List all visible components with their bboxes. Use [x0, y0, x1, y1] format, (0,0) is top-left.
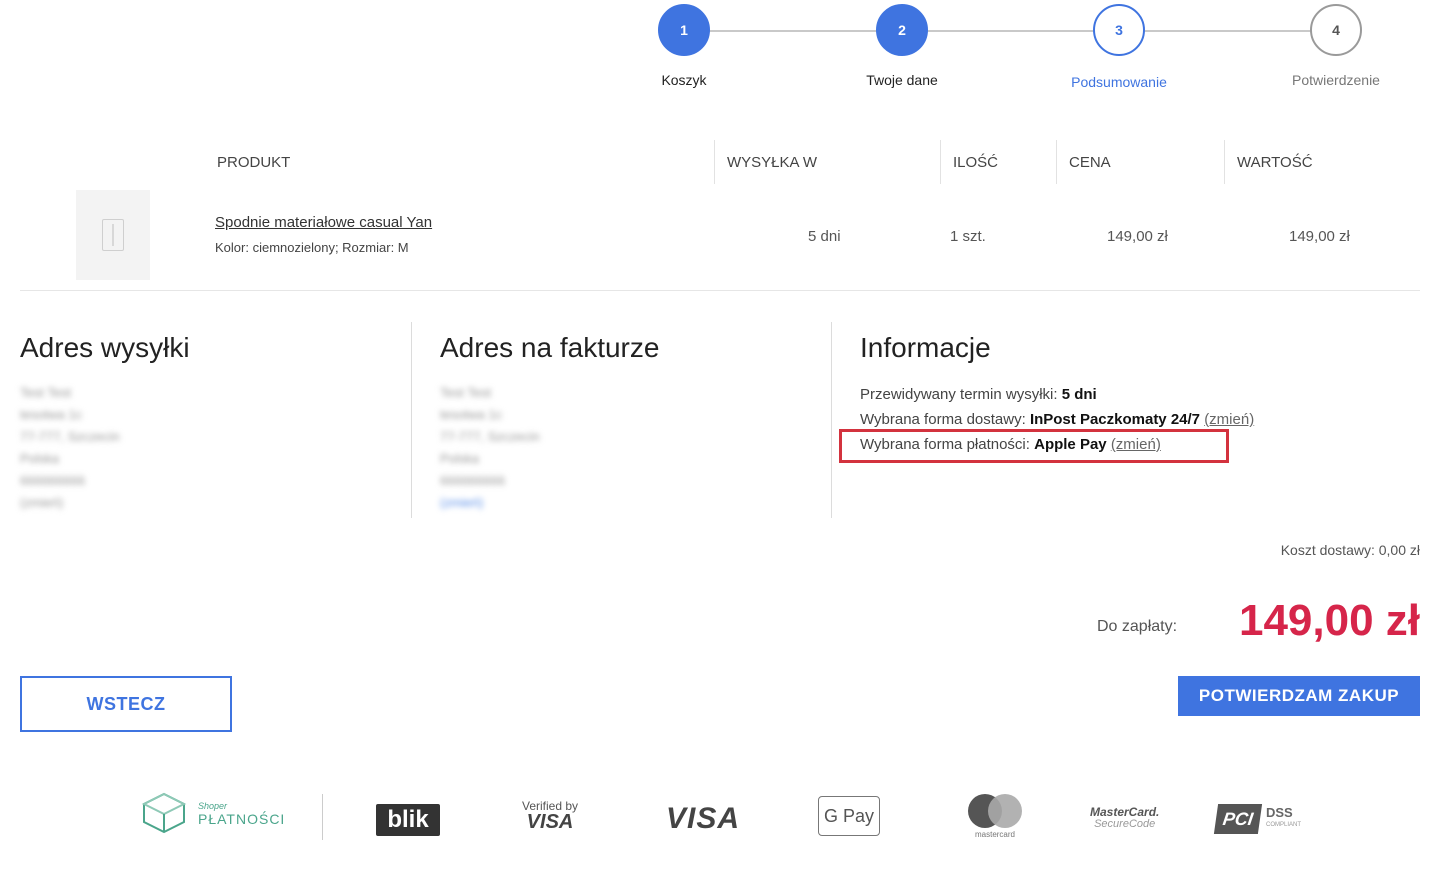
- pci-text: PCI: [1213, 804, 1263, 834]
- confirm-purchase-button[interactable]: POTWIERDZAM ZAKUP: [1178, 676, 1420, 716]
- step-summary: 3 Podsumowanie: [1059, 4, 1179, 90]
- shipping-address-section: Adres wysyłki Test Test tesotwa 1c 77-77…: [20, 322, 400, 518]
- change-delivery-link[interactable]: (zmień): [1204, 411, 1254, 428]
- step-cart[interactable]: 1 Koszyk: [624, 4, 744, 88]
- column-separator: [411, 322, 412, 518]
- cell-price: 149,00 zł: [1107, 228, 1168, 245]
- dss-text-group: DSS COMPLIANT: [1266, 805, 1302, 831]
- step-number: 1: [658, 4, 710, 56]
- eta-label: Przewidywany termin wysyłki:: [860, 386, 1058, 403]
- step-number: 2: [876, 4, 928, 56]
- logo-separator: [322, 794, 323, 840]
- address-line: 666666666: [20, 473, 86, 488]
- address-line: tesotwa 1c: [440, 407, 503, 422]
- address-line: 77-777, Szczecin: [440, 429, 540, 444]
- shoper-payments-logo: Shoper PŁATNOŚCI: [140, 792, 285, 834]
- amount-due-value: 149,00 zł: [1238, 596, 1420, 645]
- pci-dss-logo: PCI DSS COMPLIANT: [1213, 804, 1302, 834]
- delivery-label: Wybrana forma dostawy:: [860, 411, 1026, 428]
- verified-by-visa-logo: Verified by VISA: [522, 798, 578, 833]
- visa-logo: VISA: [666, 802, 741, 835]
- amount-due-label: Do zapłaty:: [1097, 618, 1178, 635]
- shoper-cube-icon: [141, 792, 187, 834]
- address-line: Polska: [440, 451, 480, 466]
- shoper-text: Shoper PŁATNOŚCI: [198, 800, 285, 826]
- image-placeholder-icon: [102, 219, 124, 251]
- address-line: Polska: [20, 451, 60, 466]
- checkout-stepper: 1 Koszyk 2 Twoje dane 3 Podsumowanie 4 P…: [640, 4, 1400, 94]
- vbv-big-text: VISA: [526, 811, 574, 833]
- mcsc-big-text: MasterCard.: [1090, 805, 1160, 819]
- step-label: Twoje dane: [866, 72, 938, 88]
- mcsc-small-text: SecureCode: [1094, 818, 1156, 830]
- mastercard-securecode-logo: MasterCard. SecureCode: [1090, 806, 1159, 830]
- cell-quantity: 1 szt.: [950, 228, 986, 245]
- delivery-value: InPost Paczkomaty 24/7: [1029, 411, 1201, 428]
- product-table-header: PRODUKT WYSYŁKA W ILOŚĆ CENA WARTOŚĆ: [0, 140, 1440, 184]
- product-name-link[interactable]: Spodnie materiałowe casual Yan: [215, 214, 432, 231]
- step-label: Potwierdzenie: [1292, 72, 1380, 88]
- address-line: 77-777, Szczecin: [20, 429, 120, 444]
- step-your-data[interactable]: 2 Twoje dane: [842, 4, 962, 88]
- information-section: Informacje Przewidywany termin wysyłki: …: [860, 322, 1420, 518]
- header-value: WARTOŚĆ: [1224, 140, 1313, 184]
- dss-text: DSS: [1266, 805, 1293, 820]
- back-button[interactable]: WSTECZ: [20, 676, 232, 732]
- mastercard-circles-icon: [966, 794, 1024, 828]
- product-attributes: Kolor: ciemnozielony; Rozmiar: M: [215, 240, 409, 255]
- payment-logos: Shoper PŁATNOŚCI blik Verified by VISA V…: [0, 784, 1440, 854]
- dss-compliant-text: COMPLIANT: [1266, 822, 1302, 828]
- step-label: Podsumowanie: [1071, 74, 1167, 90]
- eta-value: 5 dni: [1061, 386, 1097, 403]
- google-pay-logo: G Pay: [818, 796, 880, 836]
- section-title: Adres wysyłki: [20, 332, 190, 363]
- divider: [20, 290, 1420, 291]
- cell-shipping: 5 dni: [808, 228, 841, 245]
- blik-logo: blik: [376, 804, 440, 836]
- shoper-payments: PŁATNOŚCI: [198, 811, 286, 827]
- address-change-text: (zmień): [20, 495, 64, 510]
- table-row: Spodnie materiałowe casual Yan Kolor: ci…: [0, 188, 1440, 288]
- step-confirmation: 4 Potwierdzenie: [1276, 4, 1396, 88]
- product-thumbnail[interactable]: [76, 190, 150, 280]
- stepper-line: [684, 30, 1316, 32]
- eta-line: Przewidywany termin wysyłki: 5 dni: [860, 382, 1420, 407]
- header-quantity: ILOŚĆ: [940, 140, 998, 184]
- billing-address-section: Adres na fakturze Test Test tesotwa 1c 7…: [440, 322, 820, 518]
- section-title: Informacje: [860, 332, 991, 363]
- step-number: 4: [1310, 4, 1362, 56]
- address-line: 666666666: [440, 473, 506, 488]
- address-line: Test Test: [20, 385, 72, 400]
- column-separator: [831, 322, 832, 518]
- step-label: Koszyk: [661, 72, 707, 88]
- mastercard-text: mastercard: [974, 830, 1015, 839]
- section-title: Adres na fakturze: [440, 332, 660, 363]
- header-price: CENA: [1056, 140, 1111, 184]
- mastercard-logo: mastercard: [966, 794, 1024, 839]
- shipping-cost: Koszt dostawy: 0,00 zł: [1280, 542, 1420, 558]
- billing-change-link[interactable]: (zmień): [440, 492, 820, 514]
- payment-highlight-box: [839, 429, 1229, 463]
- address-line: tesotwa 1c: [20, 407, 83, 422]
- header-product: PRODUKT: [217, 154, 291, 171]
- address-line: Test Test: [440, 385, 492, 400]
- header-shipping: WYSYŁKA W: [714, 140, 817, 184]
- step-number: 3: [1093, 4, 1145, 56]
- cell-value: 149,00 zł: [1289, 228, 1350, 245]
